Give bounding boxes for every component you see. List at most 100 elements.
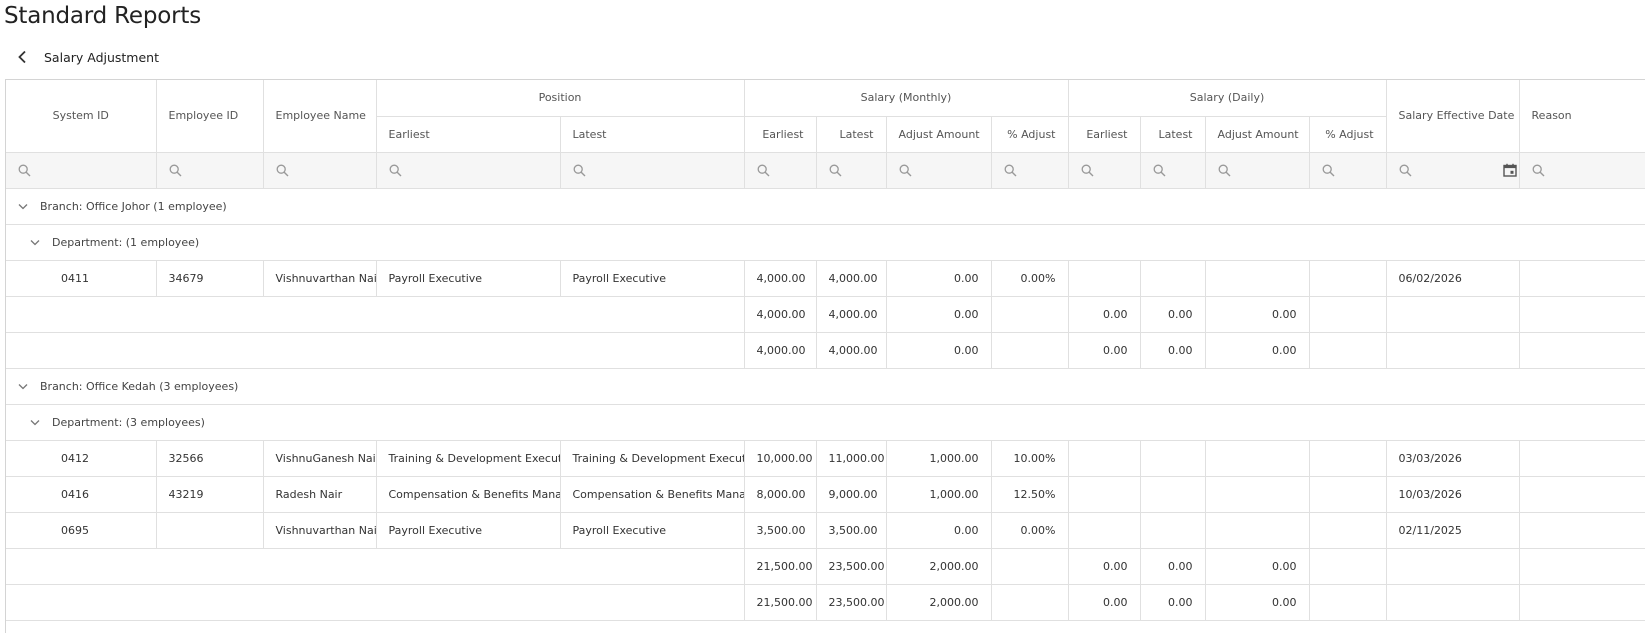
search-icon [1399, 164, 1412, 176]
cell-monthly-earliest: 10,000.00 [744, 440, 817, 477]
table-row[interactable]: 0412 32566 VishnuGanesh Nair Training & Dev… [6, 440, 1645, 477]
total-monthly-adjust-amount: 2,000.00 [886, 584, 992, 621]
filter-monthly-pct-adjust[interactable] [991, 152, 1069, 189]
search-icon [18, 164, 31, 176]
total-daily-adjust-amount: 0.00 [1205, 296, 1310, 333]
col-monthly-earliest[interactable]: Earliest [744, 116, 817, 153]
total-daily-adjust-amount: 0.00 [1205, 548, 1310, 585]
cell-monthly-adjust-amount: 0.00 [886, 260, 992, 297]
filter-daily-pct-adjust[interactable] [1309, 152, 1387, 189]
chevron-down-icon[interactable] [18, 383, 28, 390]
filter-daily-earliest[interactable] [1068, 152, 1141, 189]
cell-daily-latest [1140, 440, 1206, 477]
filter-employee-name[interactable] [263, 152, 377, 189]
chevron-down-icon[interactable] [18, 203, 28, 210]
cell-daily-latest [1140, 260, 1206, 297]
col-group-salary-monthly: Salary (Monthly) [744, 80, 1069, 117]
total-spacer [6, 296, 745, 333]
total-effective-date [1386, 548, 1520, 585]
col-employee-name[interactable]: Employee Name [263, 80, 377, 153]
col-position-earliest[interactable]: Earliest [376, 116, 561, 153]
table-row[interactable]: 0416 43219 Radesh Nair Compensation & Benef… [6, 476, 1645, 513]
report-name: Salary Adjustment [44, 49, 160, 65]
search-icon [1218, 164, 1230, 176]
col-monthly-pct-adjust[interactable]: % Adjust [991, 116, 1069, 153]
branch-group-row[interactable]: Branch: Office Johor (1 employee) [6, 188, 1645, 225]
calendar-icon[interactable] [1502, 163, 1517, 177]
department-group-row[interactable]: Department: (1 employee) [6, 224, 1645, 261]
department-group-label: Department: (1 employee) [52, 235, 200, 249]
cell-daily-pct-adjust [1309, 476, 1387, 513]
cell-employee-name: Vishnuvarthan Nair [263, 260, 377, 297]
total-monthly-latest: 23,500.00 [816, 584, 887, 621]
col-daily-earliest[interactable]: Earliest [1068, 116, 1141, 153]
total-reason [1519, 332, 1645, 369]
total-monthly-adjust-amount: 0.00 [886, 296, 992, 333]
table-row[interactable]: 0411 34679 Vishnuvarthan Nair Payroll Execu… [6, 260, 1645, 297]
cell-monthly-pct-adjust: 10.00% [991, 440, 1069, 477]
search-icon [899, 164, 911, 176]
total-daily-latest: 0.00 [1140, 548, 1206, 585]
cell-monthly-latest: 4,000.00 [816, 260, 887, 297]
chevron-down-icon[interactable] [30, 239, 40, 246]
branch-group-label: Branch: Office Johor (1 employee) [40, 199, 227, 213]
col-position-latest[interactable]: Latest [560, 116, 745, 153]
filter-monthly-earliest[interactable] [744, 152, 817, 189]
cell-employee-id: 43219 [156, 476, 264, 513]
col-effective-date[interactable]: Salary Effective Date [1386, 80, 1520, 153]
cell-effective-date: 03/03/2026 [1386, 440, 1520, 477]
col-daily-adjust-amount[interactable]: Adjust Amount [1205, 116, 1310, 153]
search-icon [829, 164, 841, 176]
filter-monthly-latest[interactable] [816, 152, 887, 189]
cell-daily-adjust-amount [1205, 476, 1310, 513]
department-group-cell: Department: (1 employee) [6, 224, 1645, 261]
total-reason [1519, 296, 1645, 333]
cell-employee-name: Vishnuvarthan Nair [263, 512, 377, 549]
filter-system-id[interactable] [6, 152, 157, 189]
total-monthly-earliest: 4,000.00 [744, 332, 817, 369]
col-daily-pct-adjust[interactable]: % Adjust [1309, 116, 1387, 153]
filter-effective-date[interactable] [1386, 152, 1520, 189]
department-group-row[interactable]: Department: (3 employees) [6, 404, 1645, 441]
filter-daily-latest[interactable] [1140, 152, 1206, 189]
total-monthly-adjust-amount: 2,000.00 [886, 548, 992, 585]
cell-monthly-earliest: 4,000.00 [744, 260, 817, 297]
col-reason[interactable]: Reason [1519, 80, 1645, 153]
cell-daily-latest [1140, 476, 1206, 513]
filter-reason[interactable] [1519, 152, 1645, 189]
total-spacer [6, 584, 745, 621]
total-daily-latest: 0.00 [1140, 332, 1206, 369]
total-reason [1519, 548, 1645, 585]
filter-monthly-adjust-amount[interactable] [886, 152, 992, 189]
search-icon [573, 164, 585, 176]
back-button[interactable] [12, 46, 34, 68]
salary-adjustment-table: System ID Employee ID Employee Name Posi… [6, 80, 1645, 621]
col-monthly-latest[interactable]: Latest [816, 116, 887, 153]
cell-effective-date: 06/02/2026 [1386, 260, 1520, 297]
cell-daily-earliest [1068, 476, 1141, 513]
cell-daily-pct-adjust [1309, 440, 1387, 477]
cell-daily-pct-adjust [1309, 512, 1387, 549]
cell-daily-latest [1140, 512, 1206, 549]
total-spacer [6, 548, 745, 585]
filter-daily-adjust-amount[interactable] [1205, 152, 1310, 189]
table-row[interactable]: 0695 Vishnuvarthan Nair Payroll Executive P… [6, 512, 1645, 549]
col-employee-id[interactable]: Employee ID [156, 80, 264, 153]
col-daily-latest[interactable]: Latest [1140, 116, 1206, 153]
search-icon [1004, 164, 1016, 176]
cell-daily-pct-adjust [1309, 260, 1387, 297]
cell-daily-adjust-amount [1205, 440, 1310, 477]
col-system-id[interactable]: System ID [6, 80, 157, 153]
cell-monthly-pct-adjust: 12.50% [991, 476, 1069, 513]
total-monthly-earliest: 21,500.00 [744, 548, 817, 585]
report-header: Salary Adjustment [12, 46, 159, 68]
filter-position-latest[interactable] [560, 152, 745, 189]
col-monthly-adjust-amount[interactable]: Adjust Amount [886, 116, 992, 153]
filter-position-earliest[interactable] [376, 152, 561, 189]
total-daily-latest: 0.00 [1140, 584, 1206, 621]
branch-group-row[interactable]: Branch: Office Kedah (3 employees) [6, 368, 1645, 405]
department-group-cell: Department: (3 employees) [6, 404, 1645, 441]
cell-position-earliest: Training & Development Executive [376, 440, 561, 477]
filter-employee-id[interactable] [156, 152, 264, 189]
chevron-down-icon[interactable] [30, 419, 40, 426]
